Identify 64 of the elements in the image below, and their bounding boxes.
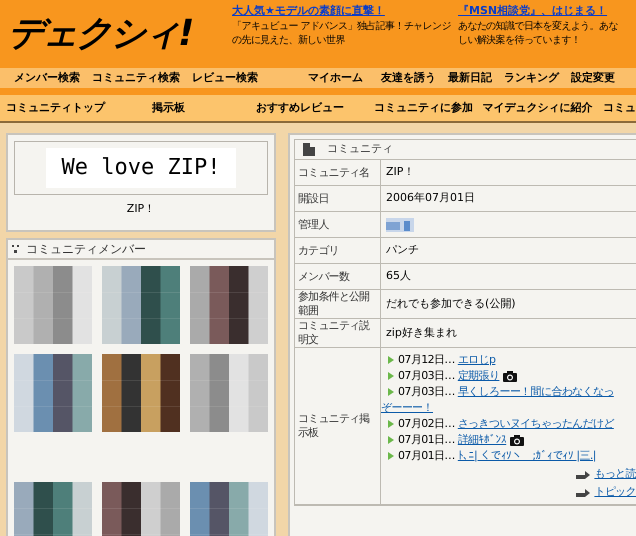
info-value: だれでも参加できる(公開) [386, 296, 516, 312]
nav-link[interactable]: マイホーム [308, 70, 363, 86]
topic-link[interactable]: 定期張り [458, 368, 500, 384]
promo-text: 「アキュビュー アドバンス」独占記事！チャレンジ [232, 20, 451, 34]
subnav-link[interactable]: コミュニティに参加 [374, 100, 482, 116]
bullet-icon [388, 436, 394, 444]
info-label: コミュニティ掲示板 [298, 412, 370, 440]
nav-link[interactable]: レビュー検索 [192, 70, 258, 86]
subnav-link[interactable]: コミュニティトップ [6, 100, 152, 116]
info-value: ZIP！ [386, 164, 414, 180]
community-caption: ZIP！ [126, 201, 156, 217]
panel-icon [303, 143, 315, 156]
topic-link[interactable]: ﾄ､ﾆ| くでｨｿヽ ;ｶﾞｨでｨｿ |三.| [458, 448, 596, 464]
nav-link[interactable]: 最新日記 [448, 70, 492, 86]
nav-link[interactable]: ランキング [504, 70, 559, 86]
nav-link[interactable]: 友達を誘う [381, 70, 436, 86]
arrow-icon [576, 470, 590, 478]
info-value: zip好き集まれ [386, 324, 457, 341]
promo-text: しい解決案を待っています！ [458, 34, 580, 48]
bullet-icon [388, 388, 394, 396]
banner-text: We love ZIP! [46, 148, 236, 188]
subnav-link[interactable]: コミュ [603, 100, 636, 116]
more-link[interactable]: トピック [594, 484, 636, 500]
subnav-link[interactable]: マイデュクシィに紹介 [482, 100, 603, 116]
promo-text: の先に見えた、新しい世界 [232, 34, 345, 48]
dots-icon [12, 244, 22, 252]
panel-title: コミュニティメンバー [26, 240, 146, 258]
topic-date: 07月02日… [398, 416, 455, 432]
info-label: 管理人 [298, 218, 329, 232]
promo-title[interactable]: 大人気★モデルの素顔に直撃！ [232, 3, 385, 20]
promo-title[interactable]: 『MSN相談党』、はじまる！ [458, 3, 608, 20]
bullet-icon [388, 372, 394, 380]
topic-date: 07月01日… [398, 448, 455, 464]
bullet-icon [388, 420, 394, 428]
info-value: パンチ [386, 242, 419, 258]
promo-text: あなたの知識で日本を変えよう。あな [458, 20, 618, 34]
arrow-icon [576, 488, 590, 496]
nav-link[interactable]: 設定変更 [571, 70, 615, 86]
topic-date: 07月03日… [398, 368, 455, 384]
info-label: カテゴリ [298, 244, 339, 258]
info-label: コミュニティ名 [298, 166, 370, 180]
topic-date: 07月01日… [398, 432, 455, 448]
nav-link[interactable]: メンバー検索 [14, 70, 80, 86]
topic-link[interactable]: さっきついヌイちゃったんだけど [458, 416, 614, 432]
topic-date: 07月12日… [398, 352, 455, 368]
subnav-link[interactable]: 掲示板 [152, 100, 256, 116]
info-label: コミュニティ説明文 [298, 319, 371, 347]
panel-title: コミュニティ [327, 141, 393, 158]
logo[interactable]: デェクシィ! [8, 13, 192, 54]
nav-link[interactable]: コミュニティ検索 [92, 70, 180, 86]
more-link[interactable]: もっと読 [594, 466, 636, 482]
bullet-icon [388, 452, 394, 460]
info-value: 2006年07月01日 [386, 190, 475, 206]
bullet-icon [388, 356, 394, 364]
topic-link[interactable]: 早くしろーー！間に合わなくなっ [458, 384, 614, 400]
topic-link[interactable]: エロじp [458, 352, 496, 368]
info-label: 開設日 [298, 192, 329, 206]
topic-link[interactable]: ぞーーー！ [381, 400, 434, 416]
info-value: 65人 [386, 268, 411, 284]
subnav-link[interactable]: おすすめレビュー [256, 100, 374, 116]
topic-link[interactable]: 詳細ｷﾎﾞﾝｽ [458, 432, 506, 448]
info-label: 参加条件と公開範囲 [298, 290, 370, 318]
info-label: メンバー数 [298, 270, 350, 284]
topic-date: 07月03日… [398, 384, 455, 400]
